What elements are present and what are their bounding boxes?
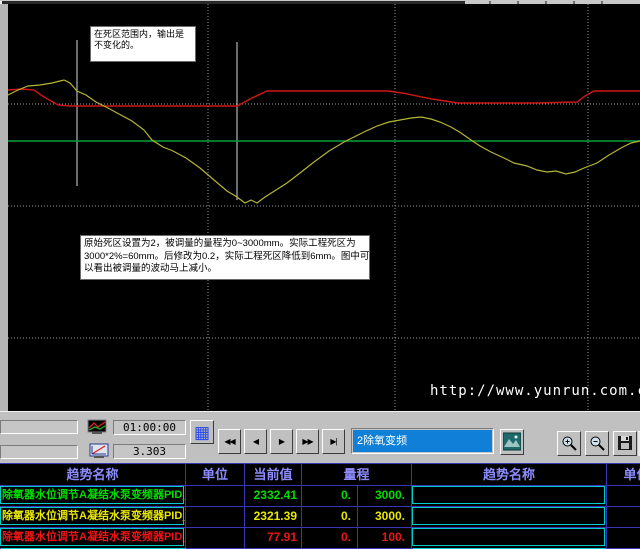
status-panel-2 [0,445,78,459]
trend-name-cell[interactable]: 除氧器水位调节A凝结水泵变频器PID_SP [0,486,186,507]
current-value-cell: 2321.39 [245,507,302,528]
selection-outline [0,486,184,504]
trend-name-2-cell[interactable] [412,486,607,507]
zoom-in-button[interactable] [557,431,581,456]
save-button[interactable] [613,431,637,456]
header-range: 量程 [302,464,412,486]
time-span-field[interactable]: 01:00:00 [113,420,186,435]
table-row[interactable]: 除氧器水位调节A凝结水泵变频器PID_PV 2321.39 0. 3000. [0,507,640,528]
selection-outline [412,486,605,504]
trend-table: 趋势名称 单位 当前值 量程 趋势名称 单位 除氧器水位调节A凝结水泵变频器PI… [0,463,640,549]
header-unit-2: 单位 [607,464,640,486]
trend-name-cell[interactable]: 除氧器水位调节A凝结水泵变频器PID_AV [0,528,186,549]
range-low-cell: 0. [302,507,358,528]
header-trend-name-2: 趋势名称 [412,464,607,486]
deadband-detail-box: 原始死区设置为2，被调量的量程为0~3000mm。实际工程死区为 3000*2%… [80,235,370,280]
selection-outline [412,507,605,525]
snapshot-button[interactable] [500,429,524,455]
zoom-out-button[interactable] [585,431,609,456]
trend-group-selected-item[interactable]: 2除氧变频 [353,430,492,452]
selection-outline [412,528,605,546]
unit-cell [186,507,245,528]
header-current-value: 当前值 [245,464,302,486]
range-low-cell: 0. [302,528,358,549]
current-value-cell: 2332.41 [245,486,302,507]
plot-left-margin [0,4,8,411]
step-forward-button[interactable]: ▶ [270,429,293,454]
cursor-value-field[interactable]: 3.303 [113,444,186,459]
unit-2-cell [607,528,640,549]
status-panel-1 [0,420,78,434]
range-high-cell: 3000. [358,507,412,528]
trend-group-select[interactable]: 2除氧变频 [351,428,494,454]
watermark-url: http://www.yunrun.com.cn [430,383,640,399]
xy-chart-icon [89,443,109,460]
trend-name-cell[interactable]: 除氧器水位调节A凝结水泵变频器PID_PV [0,507,186,528]
toolbar: 01:00:00 3.303 ▦ ◀◀ ◀ ▶ ▶▶ ▶| 2除氧变频 [0,411,640,463]
save-icon [616,434,634,452]
selection-outline [0,507,184,525]
image-icon [503,432,521,451]
trend-name-2-cell[interactable] [412,528,607,549]
trend-chart-icon [87,419,107,436]
unit-2-cell [607,507,640,528]
to-end-button[interactable]: ▶| [322,429,345,454]
fast-forward-button[interactable]: ▶▶ [296,429,319,454]
table-row[interactable]: 除氧器水位调节A凝结水泵变频器PID_AV 77.91 0. 100. [0,528,640,549]
trend-viewer-window: 在死区范围内，输出是不变化的。 原始死区设置为2，被调量的量程为0~3000mm… [0,0,640,549]
trend-plot-area[interactable]: 在死区范围内，输出是不变化的。 原始死区设置为2，被调量的量程为0~3000mm… [8,4,640,411]
header-trend-name: 趋势名称 [0,464,186,486]
calendar-button[interactable]: ▦ [190,420,214,444]
zoom-out-icon [588,434,606,452]
zoom-in-icon [560,434,578,452]
range-low-cell: 0. [302,486,358,507]
table-row[interactable]: 除氧器水位调节A凝结水泵变频器PID_SP 2332.41 0. 3000. [0,486,640,507]
unit-cell [186,486,245,507]
current-value-cell: 77.91 [245,528,302,549]
rewind-button[interactable]: ◀◀ [218,429,241,454]
red-av-curve [8,89,640,106]
range-high-cell: 100. [358,528,412,549]
header-unit: 单位 [186,464,245,486]
trend-name-2-cell[interactable] [412,507,607,528]
unit-cell [186,528,245,549]
grid-lines [8,4,640,411]
deadband-note-box: 在死区范围内，输出是不变化的。 [90,26,196,62]
trend-chart [8,4,640,411]
table-header-row: 趋势名称 单位 当前值 量程 趋势名称 单位 [0,463,640,486]
unit-2-cell [607,486,640,507]
range-high-cell: 3000. [358,486,412,507]
selection-outline [0,528,184,546]
step-back-button[interactable]: ◀ [244,429,267,454]
